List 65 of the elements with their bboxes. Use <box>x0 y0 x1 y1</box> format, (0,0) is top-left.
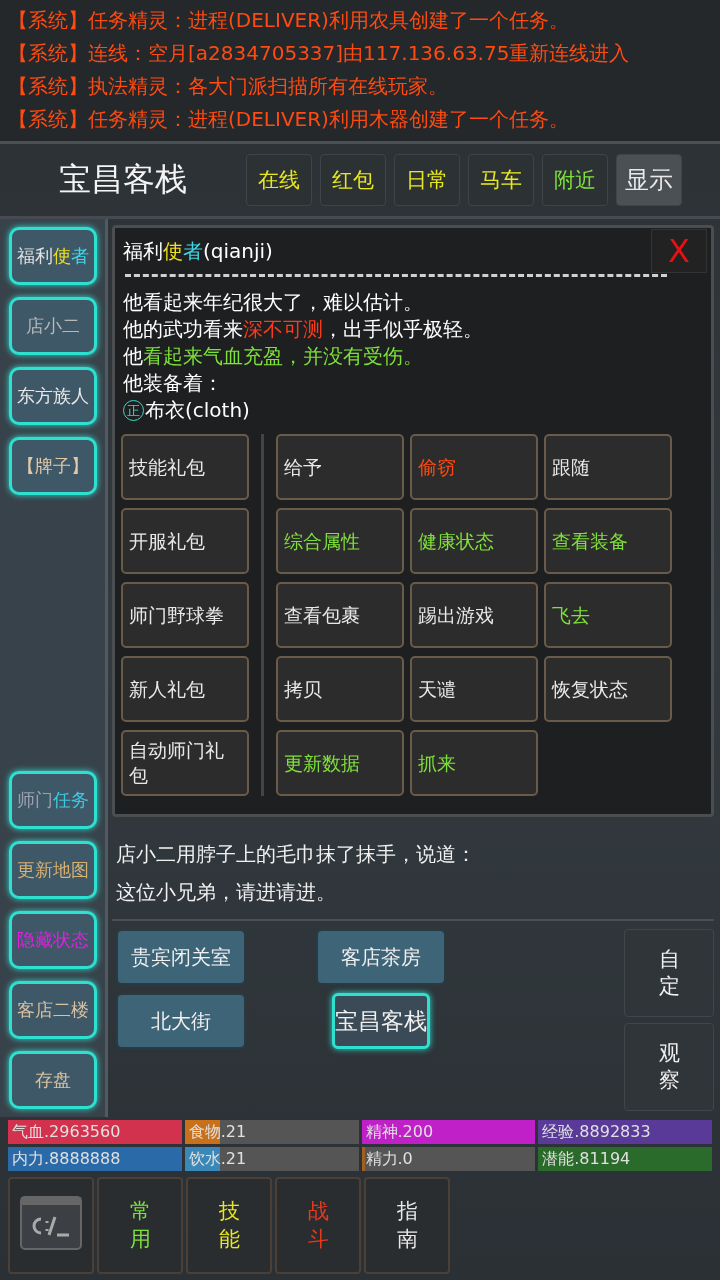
command-button[interactable]: 存盘 <box>8 1051 97 1109</box>
action-button[interactable]: 综合属性 <box>276 508 404 574</box>
command-button[interactable]: 自定 <box>624 929 714 1017</box>
description-line: 他看起来气血充盈，并没有受伤。 <box>123 343 424 370</box>
action-button[interactable]: 偷窃 <box>410 434 538 500</box>
menu-button[interactable]: 附近 <box>542 154 608 206</box>
menu-button[interactable]: 在线 <box>246 154 312 206</box>
system-message: 【系统】任务精灵：进程(DELIVER)利用农具创建了一个任务。 <box>8 7 570 34</box>
action-button[interactable]: 恢复状态 <box>544 656 672 722</box>
exit-button[interactable]: 北大街 <box>116 993 246 1049</box>
description-line: 他的武功看来深不可测，出手似乎极轻。 <box>123 316 484 343</box>
terminal-button[interactable] <box>8 1177 94 1274</box>
system-message: 【系统】执法精灵：各大门派扫描所有在线玩家。 <box>8 73 449 100</box>
stat-label: 气血.2963560 <box>11 1122 121 1141</box>
room-text: 这位小兄弟，请进请进。 <box>116 879 337 906</box>
exit-button[interactable]: 宝昌客栈 <box>332 993 430 1049</box>
action-button[interactable]: 更新数据 <box>276 730 404 796</box>
gift-button[interactable]: 技能礼包 <box>121 434 249 500</box>
gift-button[interactable]: 新人礼包 <box>121 656 249 722</box>
system-message: 【系统】连线：空月[a2834705337]由117.136.63.75重新连线进入 <box>8 40 631 67</box>
exit-button[interactable]: 贵宾闭关室 <box>116 929 246 985</box>
action-button[interactable]: 踢出游戏 <box>410 582 538 648</box>
action-button[interactable]: 给予 <box>276 434 404 500</box>
menu-button[interactable]: 红包 <box>320 154 386 206</box>
nav-tab[interactable]: 技能 <box>186 1177 272 1274</box>
equipment-item[interactable]: 布衣(cloth) <box>145 397 250 424</box>
stat-label: 精力.0 <box>364 1149 413 1168</box>
stat-label: 经验.8892833 <box>541 1122 651 1141</box>
exit-button[interactable]: 客店茶房 <box>316 929 446 985</box>
nav-tab[interactable]: 常用 <box>97 1177 183 1274</box>
npc-button[interactable]: 福利使者 <box>8 227 97 285</box>
display-button[interactable]: 显示 <box>616 154 682 206</box>
menu-button[interactable]: 马车 <box>468 154 534 206</box>
action-button[interactable]: 跟随 <box>544 434 672 500</box>
npc-button[interactable]: 东方族人 <box>8 367 97 425</box>
command-button[interactable]: 客店二楼 <box>8 981 97 1039</box>
stat-label: 内力.8888888 <box>11 1149 121 1168</box>
location-title: 宝昌客栈 <box>58 159 188 200</box>
stat-label: 潜能.81194 <box>541 1149 631 1168</box>
stat-label: 精神.200 <box>364 1122 434 1141</box>
description-line: 他装备着： <box>123 370 224 397</box>
stat-label: 饮水.21 <box>187 1149 247 1168</box>
gift-button[interactable]: 自动师门礼包 <box>121 730 249 796</box>
description-line: 他看起来年纪很大了，难以估计。 <box>123 289 424 316</box>
action-button[interactable]: 抓来 <box>410 730 538 796</box>
action-button[interactable]: 飞去 <box>544 582 672 648</box>
action-button[interactable]: 查看包裹 <box>276 582 404 648</box>
action-button[interactable]: 健康状态 <box>410 508 538 574</box>
dialog-title: 福利使者(qianji) <box>122 237 273 265</box>
npc-button[interactable]: 【牌子】 <box>8 437 97 495</box>
action-button[interactable]: 拷贝 <box>276 656 404 722</box>
system-message: 【系统】任务精灵：进程(DELIVER)利用木器创建了一个任务。 <box>8 106 570 133</box>
gift-button[interactable]: 师门野球拳 <box>121 582 249 648</box>
command-button[interactable]: 师门任务 <box>8 771 97 829</box>
menu-button[interactable]: 日常 <box>394 154 460 206</box>
action-button[interactable]: 天谴 <box>410 656 538 722</box>
action-button[interactable]: 查看装备 <box>544 508 672 574</box>
terminal-icon <box>19 1195 83 1251</box>
room-text: 店小二用脖子上的毛巾抹了抹手，说道： <box>116 841 477 868</box>
stat-label: 食物.21 <box>187 1122 247 1141</box>
command-button[interactable]: 观察 <box>624 1023 714 1111</box>
command-button[interactable]: 更新地图 <box>8 841 97 899</box>
nav-tab[interactable]: 指南 <box>364 1177 450 1274</box>
npc-button[interactable]: 店小二 <box>8 297 97 355</box>
gift-button[interactable]: 开服礼包 <box>121 508 249 574</box>
